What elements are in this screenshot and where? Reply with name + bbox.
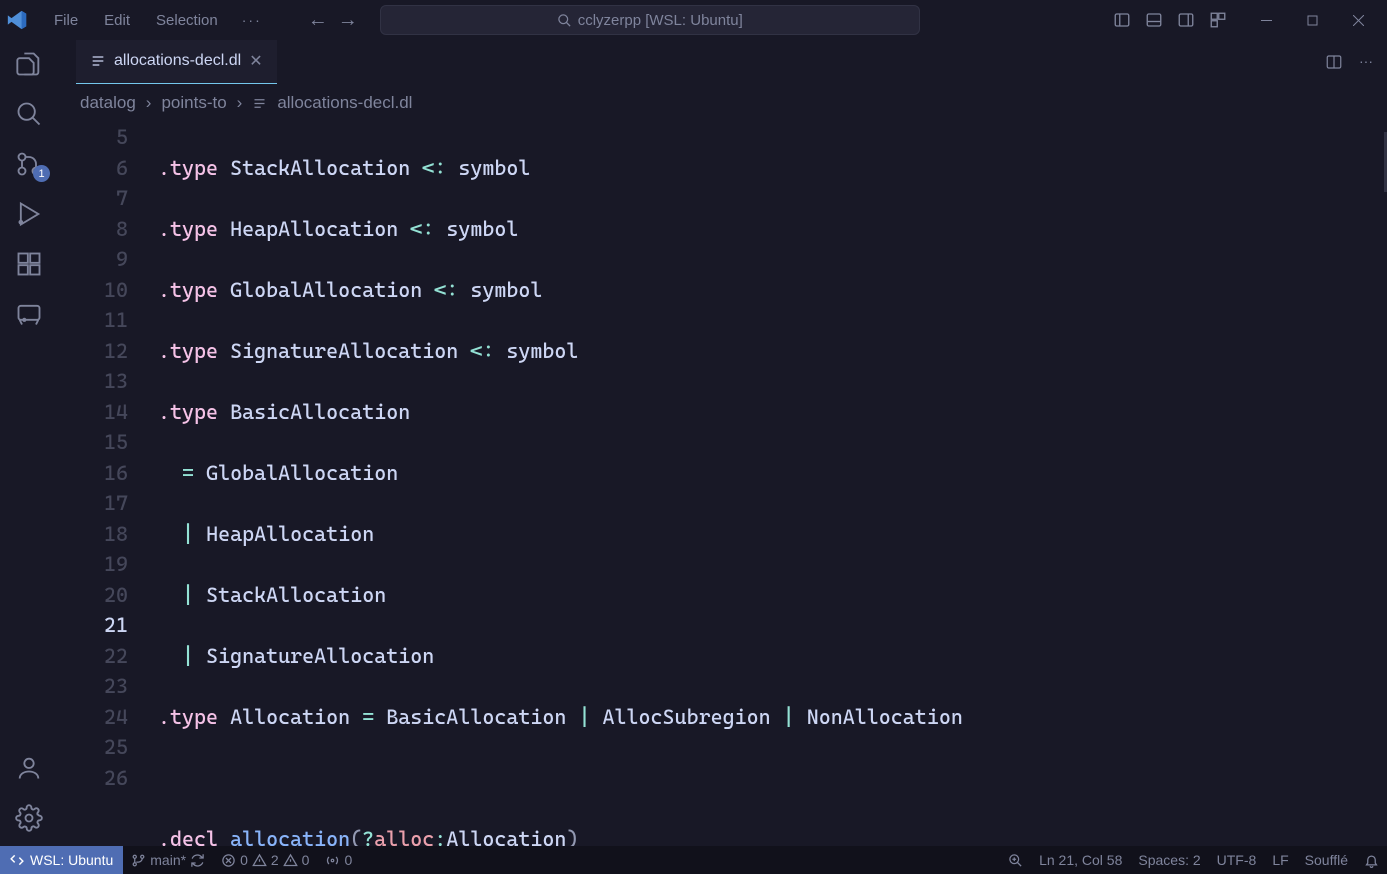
line-gutter: 5 6 7 8 9 10 11 12 13 14 15 16 17 18 19 …	[58, 122, 158, 846]
toggle-sidebar-icon[interactable]	[1113, 11, 1131, 29]
command-center-text: cclyzerpp [WSL: Ubuntu]	[578, 12, 743, 29]
breadcrumb-seg[interactable]: points-to	[161, 93, 226, 113]
chevron-right-icon: ›	[146, 93, 152, 113]
tab-allocations-decl[interactable]: allocations-decl.dl ✕	[76, 40, 277, 84]
menu-file[interactable]: File	[42, 8, 90, 33]
minimize-button[interactable]	[1243, 0, 1289, 40]
window-controls	[1243, 0, 1381, 40]
toggle-panel-icon[interactable]	[1145, 11, 1163, 29]
ports-indicator[interactable]: 0	[317, 852, 360, 868]
menu-selection[interactable]: Selection	[144, 8, 230, 33]
minimap[interactable]	[1371, 122, 1387, 846]
breadcrumbs[interactable]: datalog › points-to › allocations-decl.d…	[58, 84, 1387, 122]
menu-more-icon[interactable]: ···	[232, 8, 272, 33]
nav-arrows: ← →	[308, 9, 358, 32]
notifications-icon[interactable]	[1356, 853, 1387, 868]
git-branch[interactable]: main*	[123, 852, 213, 868]
breadcrumb-seg[interactable]: datalog	[80, 93, 136, 113]
zoom-indicator[interactable]	[1000, 853, 1031, 868]
vscode-logo-icon	[6, 9, 28, 31]
customize-layout-icon[interactable]	[1209, 11, 1227, 29]
extensions-icon[interactable]	[0, 250, 58, 278]
run-debug-icon[interactable]	[0, 200, 58, 228]
app-menu: File Edit Selection ···	[42, 8, 272, 33]
cursor-position[interactable]: Ln 21, Col 58	[1031, 852, 1130, 868]
nav-back-icon[interactable]: ←	[308, 9, 328, 32]
remote-indicator[interactable]: WSL: Ubuntu	[0, 846, 123, 874]
remote-explorer-icon[interactable]	[0, 300, 58, 328]
editor-area: allocations-decl.dl ✕ ··· datalog › poin…	[58, 40, 1387, 846]
more-actions-icon[interactable]: ···	[1359, 53, 1373, 71]
activity-bar: 1	[0, 40, 58, 846]
title-bar: File Edit Selection ··· ← → cclyzerpp [W…	[0, 0, 1387, 40]
problems-indicator[interactable]: 0 2 0	[213, 852, 317, 868]
code-editor[interactable]: 5 6 7 8 9 10 11 12 13 14 15 16 17 18 19 …	[58, 122, 1387, 846]
code-content[interactable]: .type StackAllocation <: symbol .type He…	[158, 122, 1387, 846]
menu-edit[interactable]: Edit	[92, 8, 142, 33]
eol[interactable]: LF	[1264, 852, 1296, 868]
indentation[interactable]: Spaces: 2	[1130, 852, 1208, 868]
status-bar: WSL: Ubuntu main* 0 2 0 0 Ln 21, Col 58 …	[0, 846, 1387, 874]
sync-icon[interactable]	[190, 853, 205, 868]
chevron-right-icon: ›	[237, 93, 243, 113]
split-editor-icon[interactable]	[1325, 53, 1343, 71]
nav-forward-icon[interactable]: →	[338, 9, 358, 32]
breadcrumb-seg[interactable]: allocations-decl.dl	[277, 93, 412, 113]
accounts-icon[interactable]	[0, 754, 58, 782]
maximize-button[interactable]	[1289, 0, 1335, 40]
tab-bar: allocations-decl.dl ✕ ···	[58, 40, 1387, 84]
explorer-icon[interactable]	[0, 50, 58, 78]
language-mode[interactable]: Soufflé	[1297, 852, 1356, 868]
tab-label: allocations-decl.dl	[114, 52, 241, 70]
remote-label: WSL: Ubuntu	[30, 852, 113, 868]
tab-actions: ···	[1325, 53, 1387, 71]
layout-controls	[1113, 11, 1227, 29]
scm-badge: 1	[33, 165, 50, 182]
close-button[interactable]	[1335, 0, 1381, 40]
command-center[interactable]: cclyzerpp [WSL: Ubuntu]	[380, 5, 920, 35]
tab-close-icon[interactable]: ✕	[249, 51, 262, 71]
toggle-secondary-sidebar-icon[interactable]	[1177, 11, 1195, 29]
source-control-icon[interactable]: 1	[0, 150, 58, 178]
search-icon[interactable]	[0, 100, 58, 128]
settings-gear-icon[interactable]	[0, 804, 58, 832]
encoding[interactable]: UTF-8	[1209, 852, 1265, 868]
